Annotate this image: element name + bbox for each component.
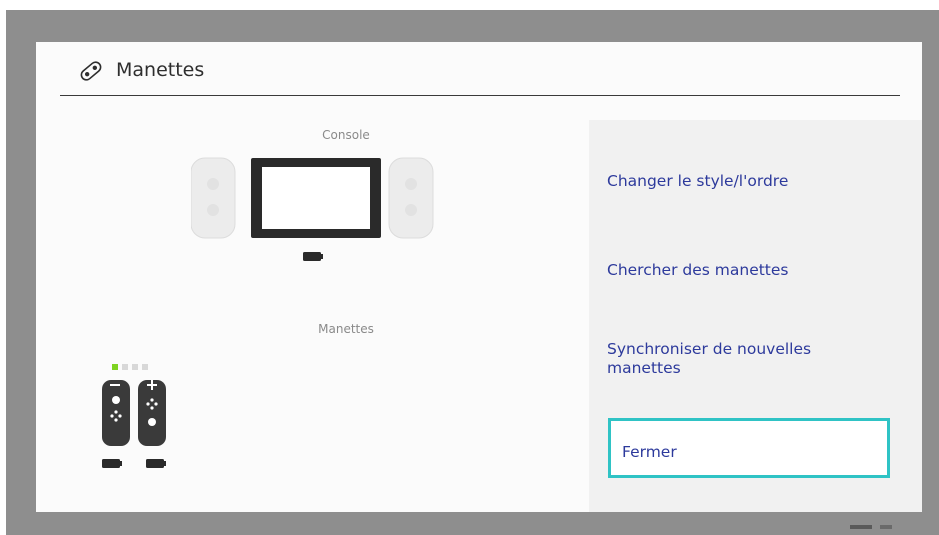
dialog-header: Manettes <box>60 42 900 96</box>
console-illustration <box>191 157 434 261</box>
bottom-status-icon <box>850 525 892 529</box>
controller-icon <box>80 61 102 81</box>
close-button[interactable]: Fermer <box>608 418 890 478</box>
pair-new-controllers-button[interactable]: Synchroniser de nouvelles manettes <box>607 340 857 378</box>
battery-icon <box>303 252 323 261</box>
battery-icon <box>146 459 166 468</box>
search-controllers-button[interactable]: Chercher des manettes <box>607 261 885 280</box>
joycon-pair-icon <box>102 380 166 446</box>
controllers-label: Manettes <box>318 322 374 336</box>
change-style-order-button[interactable]: Changer le style/l'ordre <box>607 172 885 191</box>
player-indicator <box>112 364 148 370</box>
controllers-dialog: Manettes Console Manettes Changer le sty… <box>36 42 922 512</box>
page-title: Manettes <box>116 59 205 81</box>
battery-icon <box>102 459 122 468</box>
controllers-menu: Changer le style/l'ordre Chercher des ma… <box>589 120 922 512</box>
console-label: Console <box>322 128 370 142</box>
